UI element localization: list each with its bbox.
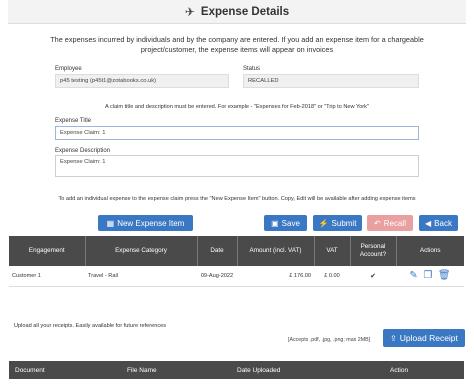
upload-receipt-button[interactable]: ⇪ Upload Receipt (383, 329, 465, 347)
copy-icon[interactable]: ❐ (423, 270, 432, 281)
column-header: VAT (314, 236, 351, 266)
column-header: Date Uploaded (237, 366, 281, 374)
column-header: Amount (incl. VAT) (237, 236, 315, 266)
arrow-left-icon: ◀ (425, 218, 432, 228)
column-header: Document (15, 366, 45, 374)
expense-items-table: Engagement Expense Category Date Amount … (9, 236, 464, 287)
status-label: Status (243, 66, 261, 72)
status-field: RECALLED (243, 74, 419, 88)
column-header: Action (390, 366, 409, 374)
save-icon: ▣ (271, 218, 279, 228)
column-header: Actions (396, 236, 464, 266)
back-button[interactable]: ◀ Back (419, 215, 458, 231)
amount-cell: £ 176.00 (237, 266, 314, 287)
claim-hint: A claim title and description must be en… (105, 104, 369, 110)
intro-text: The expenses incurred by individuals and… (50, 35, 424, 54)
date-cell: 09-Aug-2022 (197, 266, 237, 287)
category-cell: Travel - Rail (85, 266, 197, 287)
recall-button[interactable]: ↶ Recall (367, 215, 413, 231)
personal-account-check: ✔ (350, 266, 396, 287)
expense-description-label: Expense Description (55, 148, 111, 154)
column-header: Engagement (9, 236, 86, 266)
bolt-icon: ⚡ (318, 218, 329, 228)
expense-title-input[interactable]: Expense Claim: 1 (55, 126, 419, 140)
expense-title-label: Expense Title (55, 118, 92, 124)
accepted-formats: [Accepts .pdf, .jpg, .png; max 2MB] (288, 337, 371, 343)
vat-cell: £ 0.00 (314, 266, 350, 287)
table-icon: ▦ (106, 218, 115, 228)
trash-icon[interactable]: 🗑 (438, 270, 451, 281)
column-header: Personal Account? (350, 236, 397, 266)
upload-icon: ⇪ (390, 333, 397, 343)
employee-label: Employee (55, 66, 82, 72)
new-expense-item-button[interactable]: ▦ New Expense Item (98, 215, 193, 231)
employee-field: p45 testing (p45t1@zotabooks.co.uk) (55, 74, 229, 88)
page-title: Expense Details (200, 5, 290, 18)
actions-cell: ✎ ❐ 🗑 (396, 266, 464, 287)
edit-icon[interactable]: ✎ (409, 270, 417, 281)
expense-description-textarea[interactable]: Expense Claim: 1 (55, 155, 419, 177)
table-row[interactable]: Customer 1 Travel - Rail 09-Aug-2022 £ 1… (9, 266, 464, 287)
undo-icon: ↶ (374, 218, 381, 228)
table-header-row: Engagement Expense Category Date Amount … (9, 236, 464, 266)
column-header: File Name (127, 366, 157, 374)
save-button[interactable]: ▣ Save (264, 215, 307, 231)
engagement-cell: Customer 1 (9, 266, 85, 287)
receipts-hint: Upload all your receipts. Easily availab… (14, 323, 167, 329)
submit-button[interactable]: ⚡ Submit (313, 215, 362, 231)
airplane-icon: ✈ (184, 4, 195, 19)
add-item-hint: To add an individual expense to the expe… (58, 196, 416, 202)
column-header: Expense Category (85, 236, 198, 266)
documents-table-header: Document File Name Date Uploaded Action (9, 361, 464, 379)
page-header: ✈ Expense Details (8, 0, 466, 24)
column-header: Date (197, 236, 238, 266)
